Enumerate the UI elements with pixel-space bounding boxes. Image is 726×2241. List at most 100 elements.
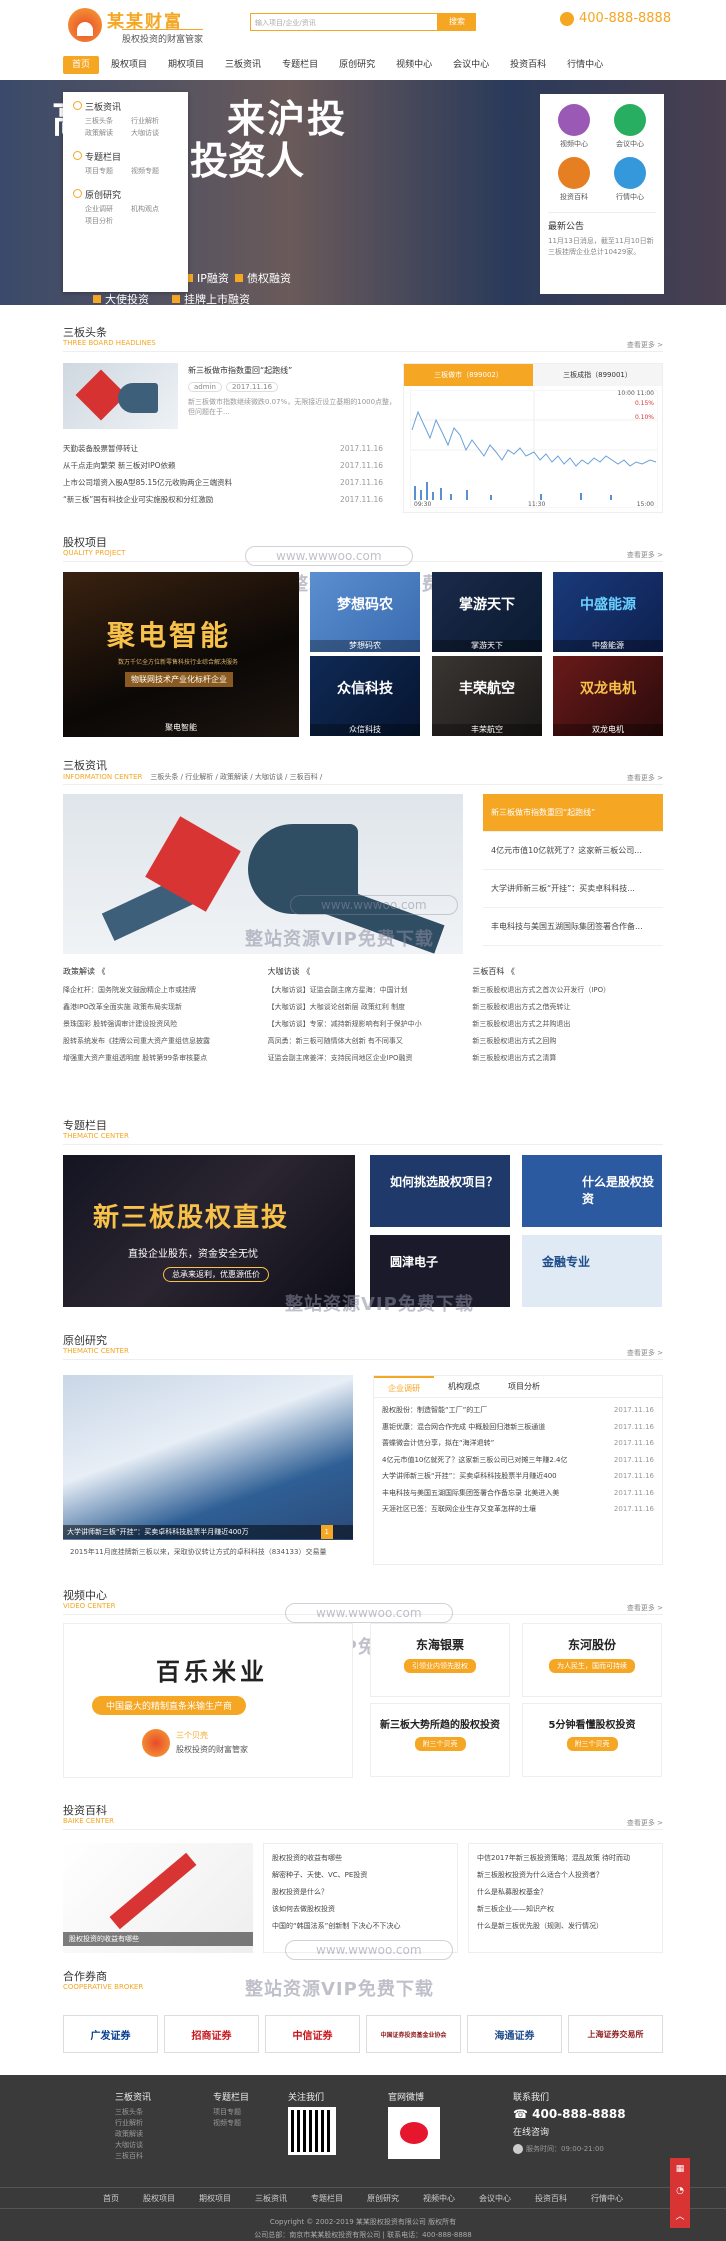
- video-card[interactable]: 东海银票 引领业内领先股权: [370, 1623, 510, 1697]
- footer-link[interactable]: 视频专题: [213, 2118, 249, 2129]
- footer-link[interactable]: 政策解读: [115, 2129, 151, 2140]
- broker-logo[interactable]: 招商证券: [164, 2015, 259, 2053]
- list-item[interactable]: 股转系统发布《挂牌公司重大资产重组信息披露: [63, 1033, 254, 1050]
- more-link[interactable]: 查看更多 >: [627, 550, 663, 560]
- video-card[interactable]: 东河股份 为人民生，国而可持续: [522, 1623, 662, 1697]
- project-card[interactable]: 中盛能源 中盛能源: [553, 572, 663, 652]
- list-item[interactable]: 大学讲师新三板“开挂”：买卖卓科科技...: [483, 870, 663, 908]
- list-item[interactable]: 股权投资是什么？: [272, 1884, 449, 1901]
- notice-text[interactable]: 11月13日消息，截至11月10日新三板挂牌企业总计10429家。: [548, 236, 656, 257]
- list-item[interactable]: 天勤装备股票暂停转让 2017.11.16: [63, 440, 383, 457]
- dropdown-link[interactable]: 行业解析: [131, 116, 159, 126]
- footer-nav-item[interactable]: 专题栏目: [299, 2188, 355, 2208]
- dropdown-link[interactable]: 企业调研: [85, 204, 113, 214]
- list-item[interactable]: 高凤勇：新三板可随情体大创新 有不同事又: [268, 1033, 459, 1050]
- footer-nav-item[interactable]: 首页: [91, 2188, 131, 2208]
- broker-logo[interactable]: 中国证券投资基金业协会: [366, 2015, 461, 2053]
- list-item[interactable]: 天涯社区已签：互联网企业生存又变革怎样的土壤 2017.11.16: [382, 1501, 654, 1518]
- list-item[interactable]: 降企杠杆：国务院发文鼓励精企上市或挂牌: [63, 982, 254, 999]
- video-card[interactable]: 5分钟看懂股权投资 附三个贝壳: [522, 1703, 662, 1777]
- list-item[interactable]: 丰电科技与美国五湖国际集团签署合作备...: [483, 908, 663, 946]
- back-to-top-icon[interactable]: ︿: [675, 2209, 684, 2222]
- nav-item-topics[interactable]: 专题栏目: [273, 56, 327, 74]
- thematic-feature[interactable]: 新三板股权直投 直投企业股东，资金安全无忧 总承来返利，优惠源低价: [63, 1155, 355, 1307]
- nav-item-video[interactable]: 视频中心: [387, 56, 441, 74]
- footer-nav-item[interactable]: 会议中心: [467, 2188, 523, 2208]
- weibo-icon[interactable]: [388, 2107, 440, 2159]
- list-item[interactable]: 股权投资的收益有哪些: [272, 1850, 449, 1867]
- footer-link[interactable]: 三板头条: [115, 2107, 151, 2118]
- list-item[interactable]: 【大咖访谈】证监会副主席方星海：中国计划: [268, 982, 459, 999]
- list-item[interactable]: 什么是新三板优先股（规则、发行情况）: [477, 1918, 654, 1935]
- footer-nav-item[interactable]: 投资百科: [523, 2188, 579, 2208]
- dropdown-title[interactable]: 专题栏目: [73, 150, 178, 163]
- more-link[interactable]: 查看更多 >: [627, 773, 663, 783]
- more-link[interactable]: 查看更多 >: [627, 1818, 663, 1828]
- nav-item-research[interactable]: 原创研究: [330, 56, 384, 74]
- list-item[interactable]: 新三板企业——知识产权: [477, 1901, 654, 1918]
- slider-pager[interactable]: 1: [320, 1525, 333, 1539]
- more-link[interactable]: 查看更多 >: [627, 340, 663, 350]
- tab-enterprise-research[interactable]: 企业调研: [374, 1376, 434, 1397]
- footer-col-title[interactable]: 三板资讯: [115, 2090, 151, 2103]
- footer-nav-item[interactable]: 原创研究: [355, 2188, 411, 2208]
- list-item[interactable]: 大学讲师新三板“开挂”：买卖卓科科技股票半月赚近400 2017.11.16: [382, 1468, 654, 1485]
- thematic-card[interactable]: 如何挑选股权项目？: [370, 1155, 510, 1227]
- project-card[interactable]: 双龙电机 双龙电机: [553, 656, 663, 736]
- dropdown-link[interactable]: 机构观点: [131, 204, 159, 214]
- list-item[interactable]: 新三板做市指数重回“起跑线”: [483, 794, 663, 832]
- quick-link-market[interactable]: 行情中心: [604, 157, 656, 202]
- footer-nav-item[interactable]: 行情中心: [579, 2188, 635, 2208]
- online-consult[interactable]: 在线咨询: [513, 2125, 626, 2138]
- footer-link[interactable]: 行业解析: [115, 2118, 151, 2129]
- tab-composite[interactable]: 三板成指（899001）: [533, 364, 662, 386]
- list-item[interactable]: 中信2017年新三板投资策略：混乱故策 待时而动: [477, 1850, 654, 1867]
- footer-nav-item[interactable]: 期权项目: [187, 2188, 243, 2208]
- nav-item-equity[interactable]: 股权项目: [102, 56, 156, 74]
- list-item[interactable]: 中国的“韩国法系”创新制 下决心不下决心: [272, 1918, 449, 1935]
- broker-logo[interactable]: 中信证券: [265, 2015, 360, 2053]
- more-link[interactable]: 查看更多 >: [627, 1348, 663, 1358]
- baike-caption[interactable]: 股权投资的收益有哪些: [63, 1932, 253, 1946]
- footer-link[interactable]: 项目专题: [213, 2107, 249, 2118]
- search-input[interactable]: 输入项目/企业/资讯: [250, 13, 438, 31]
- list-item[interactable]: 股权股份：制造智能“工厂”的工厂 2017.11.16: [382, 1402, 654, 1419]
- dropdown-title[interactable]: 原创研究: [73, 188, 178, 201]
- more-link[interactable]: 查看更多 >: [627, 1603, 663, 1613]
- nav-item-meeting[interactable]: 会议中心: [444, 56, 498, 74]
- thematic-card[interactable]: 什么是股权投资: [522, 1155, 662, 1227]
- dropdown-link[interactable]: 项目专题: [85, 166, 113, 176]
- dropdown-link[interactable]: 项目分析: [85, 216, 113, 226]
- list-item[interactable]: 新三板股权退出方式之清算: [472, 1050, 663, 1067]
- qr-code-icon[interactable]: ▦: [676, 2164, 685, 2174]
- quick-link-baike[interactable]: 投资百科: [548, 157, 600, 202]
- broker-logo[interactable]: 上海证券交易所: [568, 2015, 663, 2053]
- research-image[interactable]: [63, 1375, 353, 1540]
- dropdown-link[interactable]: 视频专题: [131, 166, 159, 176]
- list-item[interactable]: 解密种子、天使、VC、PE投资: [272, 1867, 449, 1884]
- list-item[interactable]: 景珠国彩 股转强调审计建设投资风险: [63, 1016, 254, 1033]
- footer-col-title[interactable]: 专题栏目: [213, 2090, 249, 2103]
- chat-icon[interactable]: ◔: [676, 2186, 684, 2196]
- thematic-button[interactable]: 总承来返利，优惠源低价: [163, 1267, 269, 1282]
- list-item[interactable]: 蔷蝶微会计信分享，拟在“海洋退转” 2017.11.16: [382, 1435, 654, 1452]
- list-item[interactable]: 新三板股权退出方式之首次公开发行（IPO）: [472, 982, 663, 999]
- list-item[interactable]: 增强重大资产重组透明度 股转第99条审核要点: [63, 1050, 254, 1067]
- list-item[interactable]: 惠钜优康：混合网合作完成 中概股回归港新三板通道 2017.11.16: [382, 1419, 654, 1436]
- footer-nav-item[interactable]: 股权项目: [131, 2188, 187, 2208]
- list-item[interactable]: 上市公司增资入股A型85.15亿元收购两企三端资料 2017.11.16: [63, 474, 383, 491]
- nav-item-news[interactable]: 三板资讯: [216, 56, 270, 74]
- list-item[interactable]: 4亿元市值10亿就死了？这家新三板公司...: [483, 832, 663, 870]
- headline-title[interactable]: 新三板做市指数重回“起跑线”: [188, 365, 398, 376]
- list-item[interactable]: 【大咖访谈】专家：减持新规影响有利于保护中小: [268, 1016, 459, 1033]
- search-button[interactable]: 搜索: [438, 13, 476, 31]
- list-item[interactable]: 证监会副主席姜洋：支持民间地区企业IPO融资: [268, 1050, 459, 1067]
- thematic-card[interactable]: 金融专业: [522, 1235, 662, 1307]
- video-card[interactable]: 新三板大势所趋的股权投资 附三个贝壳: [370, 1703, 510, 1777]
- list-item[interactable]: 该如何去做股权投资: [272, 1901, 449, 1918]
- research-caption[interactable]: 大学讲师新三板“开挂”：买卖卓科科技股票半月赚近400万 1: [63, 1525, 353, 1539]
- project-card[interactable]: 梦想码农 梦想码农: [310, 572, 420, 652]
- tab-market-maker[interactable]: 三板做市（899002）: [404, 364, 533, 386]
- dropdown-link[interactable]: 三板头条: [85, 116, 113, 126]
- footer-link[interactable]: 大咖访谈: [115, 2140, 151, 2151]
